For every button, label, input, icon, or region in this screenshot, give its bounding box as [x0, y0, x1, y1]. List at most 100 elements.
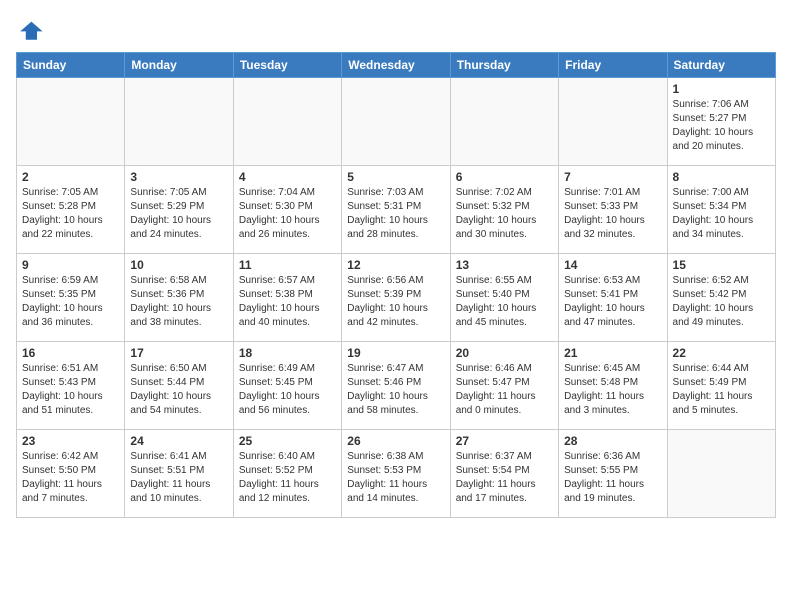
calendar-cell: 2 Sunrise: 7:05 AM Sunset: 5:28 PM Daylig…: [17, 166, 125, 254]
calendar-header-row: SundayMondayTuesdayWednesdayThursdayFrid…: [17, 53, 776, 78]
day-number: 5: [347, 170, 444, 184]
day-info: Sunrise: 6:50 AM Sunset: 5:44 PM Dayligh…: [130, 362, 227, 418]
calendar-cell: [17, 78, 125, 166]
day-header-thursday: Thursday: [450, 53, 558, 78]
day-number: 4: [239, 170, 336, 184]
day-info: Sunrise: 7:03 AM Sunset: 5:31 PM Dayligh…: [347, 186, 444, 242]
calendar-cell: 19 Sunrise: 6:47 AM Sunset: 5:46 PM Dayli…: [342, 342, 450, 430]
day-info: Sunrise: 7:00 AM Sunset: 5:34 PM Dayligh…: [673, 186, 770, 242]
day-header-tuesday: Tuesday: [233, 53, 341, 78]
day-number: 24: [130, 434, 227, 448]
day-number: 27: [456, 434, 553, 448]
calendar-cell: 13 Sunrise: 6:55 AM Sunset: 5:40 PM Dayli…: [450, 254, 558, 342]
calendar-cell: [559, 78, 667, 166]
day-info: Sunrise: 6:59 AM Sunset: 5:35 PM Dayligh…: [22, 274, 119, 330]
day-number: 25: [239, 434, 336, 448]
day-info: Sunrise: 6:51 AM Sunset: 5:43 PM Dayligh…: [22, 362, 119, 418]
calendar-cell: 22 Sunrise: 6:44 AM Sunset: 5:49 PM Dayli…: [667, 342, 775, 430]
day-info: Sunrise: 6:46 AM Sunset: 5:47 PM Dayligh…: [456, 362, 553, 418]
calendar-cell: 3 Sunrise: 7:05 AM Sunset: 5:29 PM Daylig…: [125, 166, 233, 254]
day-number: 10: [130, 258, 227, 272]
logo-icon: [16, 16, 44, 44]
day-number: 6: [456, 170, 553, 184]
calendar-week-row: 2 Sunrise: 7:05 AM Sunset: 5:28 PM Daylig…: [17, 166, 776, 254]
calendar-cell: [125, 78, 233, 166]
calendar-cell: [667, 430, 775, 518]
calendar-cell: [233, 78, 341, 166]
calendar-cell: 9 Sunrise: 6:59 AM Sunset: 5:35 PM Daylig…: [17, 254, 125, 342]
calendar-cell: [342, 78, 450, 166]
day-header-saturday: Saturday: [667, 53, 775, 78]
day-number: 1: [673, 82, 770, 96]
day-info: Sunrise: 6:44 AM Sunset: 5:49 PM Dayligh…: [673, 362, 770, 418]
calendar-cell: 14Sunrise: 6:53 AM Sunset: 5:41 PM Dayli…: [559, 254, 667, 342]
day-info: Sunrise: 7:06 AM Sunset: 5:27 PM Dayligh…: [673, 98, 770, 154]
day-info: Sunrise: 6:58 AM Sunset: 5:36 PM Dayligh…: [130, 274, 227, 330]
calendar-cell: 12 Sunrise: 6:56 AM Sunset: 5:39 PM Dayli…: [342, 254, 450, 342]
day-info: Sunrise: 7:01 AM Sunset: 5:33 PM Dayligh…: [564, 186, 661, 242]
calendar-week-row: 1 Sunrise: 7:06 AM Sunset: 5:27 PM Daylig…: [17, 78, 776, 166]
calendar-week-row: 16 Sunrise: 6:51 AM Sunset: 5:43 PM Dayli…: [17, 342, 776, 430]
calendar-cell: 5 Sunrise: 7:03 AM Sunset: 5:31 PM Daylig…: [342, 166, 450, 254]
calendar-cell: 27Sunrise: 6:37 AM Sunset: 5:54 PM Dayli…: [450, 430, 558, 518]
calendar-cell: 21 Sunrise: 6:45 AM Sunset: 5:48 PM Dayli…: [559, 342, 667, 430]
day-info: Sunrise: 6:40 AM Sunset: 5:52 PM Dayligh…: [239, 450, 336, 506]
day-info: Sunrise: 7:05 AM Sunset: 5:29 PM Dayligh…: [130, 186, 227, 242]
calendar-cell: 25 Sunrise: 6:40 AM Sunset: 5:52 PM Dayli…: [233, 430, 341, 518]
day-number: 21: [564, 346, 661, 360]
calendar-cell: 15Sunrise: 6:52 AM Sunset: 5:42 PM Dayli…: [667, 254, 775, 342]
day-number: 22: [673, 346, 770, 360]
calendar-week-row: 9 Sunrise: 6:59 AM Sunset: 5:35 PM Daylig…: [17, 254, 776, 342]
day-info: Sunrise: 6:49 AM Sunset: 5:45 PM Dayligh…: [239, 362, 336, 418]
day-number: 11: [239, 258, 336, 272]
day-number: 16: [22, 346, 119, 360]
day-number: 9: [22, 258, 119, 272]
day-number: 15: [673, 258, 770, 272]
day-number: 13: [456, 258, 553, 272]
calendar-cell: 23 Sunrise: 6:42 AM Sunset: 5:50 PM Dayli…: [17, 430, 125, 518]
calendar-cell: 24 Sunrise: 6:41 AM Sunset: 5:51 PM Dayli…: [125, 430, 233, 518]
day-number: 3: [130, 170, 227, 184]
day-info: Sunrise: 6:56 AM Sunset: 5:39 PM Dayligh…: [347, 274, 444, 330]
day-number: 12: [347, 258, 444, 272]
calendar-cell: 6 Sunrise: 7:02 AM Sunset: 5:32 PM Daylig…: [450, 166, 558, 254]
calendar-cell: 7 Sunrise: 7:01 AM Sunset: 5:33 PM Daylig…: [559, 166, 667, 254]
day-number: 2: [22, 170, 119, 184]
day-info: Sunrise: 7:04 AM Sunset: 5:30 PM Dayligh…: [239, 186, 336, 242]
calendar-cell: 11 Sunrise: 6:57 AM Sunset: 5:38 PM Dayli…: [233, 254, 341, 342]
calendar-cell: [450, 78, 558, 166]
day-header-friday: Friday: [559, 53, 667, 78]
day-number: 23: [22, 434, 119, 448]
day-info: Sunrise: 7:05 AM Sunset: 5:28 PM Dayligh…: [22, 186, 119, 242]
day-info: Sunrise: 7:02 AM Sunset: 5:32 PM Dayligh…: [456, 186, 553, 242]
day-info: Sunrise: 6:45 AM Sunset: 5:48 PM Dayligh…: [564, 362, 661, 418]
day-info: Sunrise: 6:57 AM Sunset: 5:38 PM Dayligh…: [239, 274, 336, 330]
day-info: Sunrise: 6:36 AM Sunset: 5:55 PM Dayligh…: [564, 450, 661, 506]
day-number: 20: [456, 346, 553, 360]
calendar-cell: 10 Sunrise: 6:58 AM Sunset: 5:36 PM Dayli…: [125, 254, 233, 342]
day-info: Sunrise: 6:41 AM Sunset: 5:51 PM Dayligh…: [130, 450, 227, 506]
calendar-cell: 8 Sunrise: 7:00 AM Sunset: 5:34 PM Daylig…: [667, 166, 775, 254]
day-number: 8: [673, 170, 770, 184]
day-number: 7: [564, 170, 661, 184]
day-info: Sunrise: 6:55 AM Sunset: 5:40 PM Dayligh…: [456, 274, 553, 330]
logo: [16, 16, 48, 44]
calendar-cell: 1 Sunrise: 7:06 AM Sunset: 5:27 PM Daylig…: [667, 78, 775, 166]
calendar-week-row: 23 Sunrise: 6:42 AM Sunset: 5:50 PM Dayli…: [17, 430, 776, 518]
day-number: 28: [564, 434, 661, 448]
day-number: 26: [347, 434, 444, 448]
page-header: [16, 16, 776, 44]
day-header-sunday: Sunday: [17, 53, 125, 78]
day-number: 18: [239, 346, 336, 360]
calendar-cell: 20 Sunrise: 6:46 AM Sunset: 5:47 PM Dayli…: [450, 342, 558, 430]
day-info: Sunrise: 6:47 AM Sunset: 5:46 PM Dayligh…: [347, 362, 444, 418]
day-number: 19: [347, 346, 444, 360]
day-number: 14: [564, 258, 661, 272]
calendar-cell: 16 Sunrise: 6:51 AM Sunset: 5:43 PM Dayli…: [17, 342, 125, 430]
calendar-table: SundayMondayTuesdayWednesdayThursdayFrid…: [16, 52, 776, 518]
calendar-cell: 4 Sunrise: 7:04 AM Sunset: 5:30 PM Daylig…: [233, 166, 341, 254]
day-header-monday: Monday: [125, 53, 233, 78]
day-info: Sunrise: 6:38 AM Sunset: 5:53 PM Dayligh…: [347, 450, 444, 506]
day-info: Sunrise: 6:42 AM Sunset: 5:50 PM Dayligh…: [22, 450, 119, 506]
calendar-cell: 18 Sunrise: 6:49 AM Sunset: 5:45 PM Dayli…: [233, 342, 341, 430]
